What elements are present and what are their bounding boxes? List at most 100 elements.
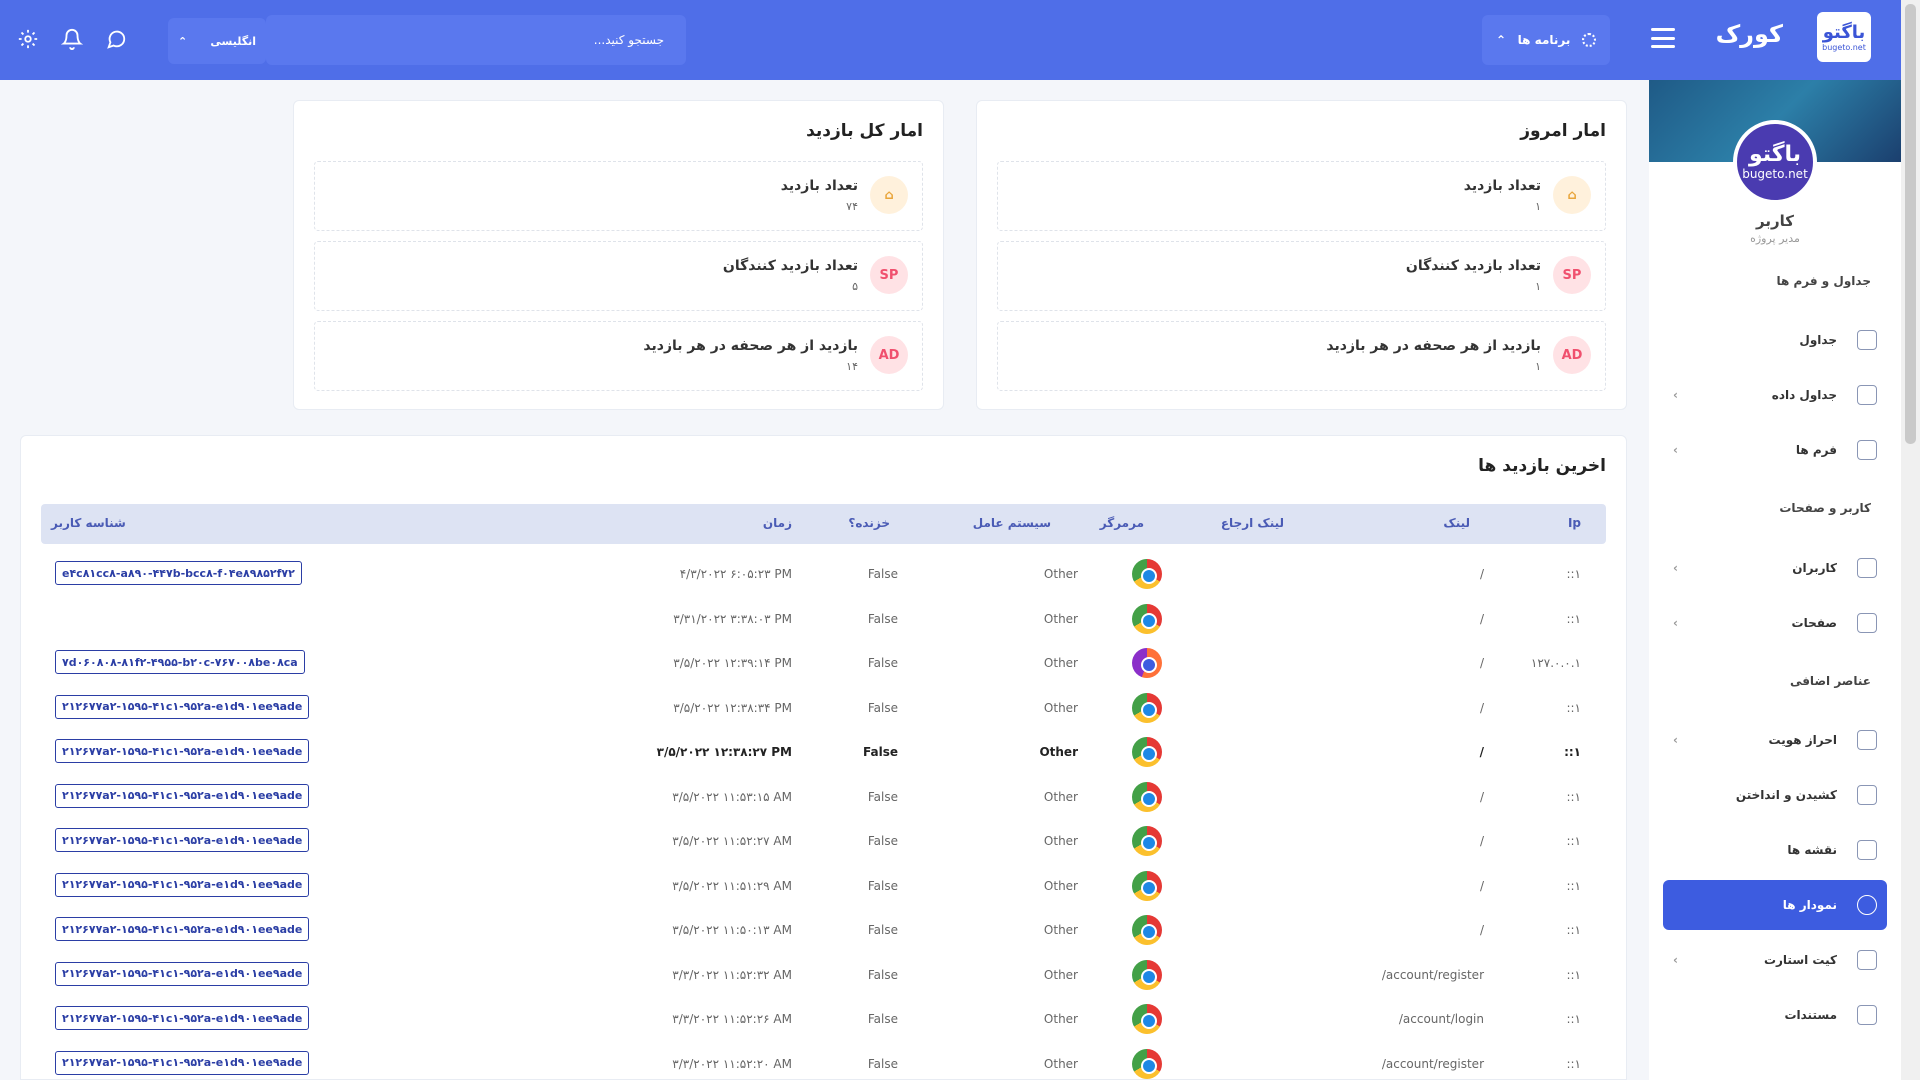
gear-icon[interactable]	[14, 25, 42, 53]
sidebar-item-tables[interactable]: جداول	[1663, 315, 1887, 365]
col-os[interactable]: سیستم عامل	[973, 516, 1051, 530]
firefox-icon	[1132, 648, 1162, 678]
cell-link[interactable]: /	[1480, 656, 1484, 670]
cell-ip: ::۱	[1566, 611, 1581, 626]
col-crawler[interactable]: خزنده؟	[848, 516, 890, 530]
user-id-tag[interactable]: ۲۱۲۶۷۷a۲-۱۵۹۵-۴۱c۱-۹۵۲a-e۱d۹۰۱ee۹ade	[55, 1050, 310, 1075]
menu-toggle-icon[interactable]	[1651, 28, 1675, 48]
brand-name[interactable]: کورک	[1716, 20, 1783, 48]
stat-label: بازدید از هر صحفه در هر بازدید	[643, 338, 858, 354]
table-row[interactable]: ::۱ / Other False ۳/۵/۲۰۲۲ ۱۲:۳۸:۲۷ PM ۲۱۲۶۷۷…	[41, 731, 1606, 775]
bell-icon[interactable]	[58, 25, 86, 53]
cell-crawler: False	[867, 1056, 898, 1071]
stat-label: بازدید از هر صحفه در هر بازدید	[1326, 338, 1541, 354]
col-user-id[interactable]: شناسه کاربر	[51, 516, 126, 530]
avatar[interactable]: باگتو bugeto.net	[1733, 120, 1817, 204]
cell-link[interactable]: /	[1480, 745, 1484, 759]
nav-group-extras: عناصر اضافی	[1789, 674, 1871, 688]
spinner-icon	[1581, 33, 1596, 47]
cell-link[interactable]: /	[1480, 834, 1484, 848]
layers-icon	[1857, 385, 1877, 405]
cell-link[interactable]: /	[1480, 612, 1484, 626]
sidebar-item-charts[interactable]: نمودار ها	[1663, 880, 1887, 930]
user-id-tag[interactable]: ۲۱۲۶۷۷a۲-۱۵۹۵-۴۱c۱-۹۵۲a-e۱d۹۰۱ee۹ade	[55, 828, 310, 852]
table-row[interactable]: ::۱/account/register Other False ۳/۳/۲۰۲۲ ۱…	[41, 954, 1606, 998]
search-input[interactable]: جستجو کنید...	[266, 15, 686, 65]
table-row[interactable]: ::۱ / Other False ۴/۳/۲۰۲۲ ۶:۰۵:۲۳ PM e۴c۸۱cc…	[41, 553, 1606, 597]
user-id-tag[interactable]: ۲۱۲۶۷۷a۲-۱۵۹۵-۴۱c۱-۹۵۲a-e۱d۹۰۱ee۹ade	[55, 872, 310, 897]
cell-ip: ::۱	[1566, 567, 1581, 581]
user-id-tag[interactable]: ۲۱۲۶۷۷a۲-۱۵۹۵-۴۱c۱-۹۵۲a-e۱d۹۰۱ee۹ade	[55, 961, 310, 986]
user-id-tag[interactable]: ۷d۰۶۰۸۰۸-۸۱f۲-۴۹۵۵-b۲۰c-۷۶۷۰۰۸be۰۸ca	[55, 650, 305, 674]
logo[interactable]: باگتو bugeto.net	[1817, 12, 1871, 62]
table-row[interactable]: ::۱ / Other False ۳/۵/۲۰۲۲ ۱۱:۵۱:۲۹ AM ۲۱۲۶۷۷…	[41, 865, 1606, 909]
col-ip[interactable]: Ip	[1568, 516, 1581, 530]
language-dropdown[interactable]: ⌃ انگلیسی	[168, 18, 266, 64]
cell-link[interactable]: /	[1480, 790, 1484, 804]
cell-link[interactable]: /	[1480, 879, 1484, 893]
col-browser[interactable]: مرمرگر	[1100, 516, 1144, 530]
user-id-tag[interactable]: ۲۱۲۶۷۷a۲-۱۵۹۵-۴۱c۱-۹۵۲a-e۱d۹۰۱ee۹ade	[55, 917, 310, 941]
sidebar-item-pages[interactable]: ‹ صفحات	[1663, 598, 1887, 648]
scrollbar-thumb[interactable]	[1905, 4, 1916, 444]
chrome-icon	[1132, 1004, 1162, 1034]
table-icon	[1857, 330, 1877, 350]
table-row[interactable]: ::۱ / Other False ۳/۵/۲۰۲۲ ۱۱:۵۳:۱۵ AM ۲۱۲۶۷۷…	[41, 776, 1606, 820]
sidebar-item-docs[interactable]: مستندات	[1663, 990, 1887, 1040]
page-scrollbar[interactable]	[1901, 0, 1920, 1080]
chat-icon[interactable]	[102, 25, 130, 53]
cell-link[interactable]: /	[1480, 701, 1484, 715]
apps-label: برنامه ها	[1517, 33, 1571, 47]
table-row[interactable]: ::۱ / Other False ۳/۵/۲۰۲۲ ۱۱:۵۲:۲۷ AM ۲۱۲۶۷۷…	[41, 820, 1606, 864]
user-id-tag[interactable]: ۲۱۲۶۷۷a۲-۱۵۹۵-۴۱c۱-۹۵۲a-e۱d۹۰۱ee۹ade	[55, 1006, 310, 1030]
cell-link[interactable]: /account/register	[1382, 1057, 1484, 1071]
cell-os: Other	[1043, 878, 1078, 893]
sidebar-item-label: صفحات	[1791, 616, 1837, 630]
cell-os: Other	[1043, 923, 1078, 937]
stat-row: AD بازدید از هر صحفه در هر بازدید ۱	[997, 321, 1606, 391]
user-id-tag[interactable]: ۲۱۲۶۷۷a۲-۱۵۹۵-۴۱c۱-۹۵۲a-e۱d۹۰۱ee۹ade	[55, 694, 310, 719]
cell-link[interactable]: /account/register	[1382, 968, 1484, 982]
sidebar-item-starter-kit[interactable]: ‹ کیت استارت	[1663, 935, 1887, 985]
sidebar-item-maps[interactable]: نقشه ها	[1663, 825, 1887, 875]
lock-icon	[1857, 730, 1877, 750]
cell-time: ۳/۳۱/۲۰۲۲ ۳:۳۸:۰۳ PM	[673, 611, 792, 626]
sidebar-item-data-tables[interactable]: ‹ جداول داده	[1663, 370, 1887, 420]
cell-link[interactable]: /	[1480, 567, 1484, 581]
table-row[interactable]: ::۱/account/register Other False ۳/۳/۲۰۲۲ ۱…	[41, 1043, 1606, 1080]
table-row[interactable]: ::۱/account/login Other False ۳/۳/۲۰۲۲ ۱۱:۵…	[41, 998, 1606, 1042]
cell-link[interactable]: /account/login	[1399, 1012, 1484, 1026]
table-row[interactable]: ::۱ / Other False ۳/۳۱/۲۰۲۲ ۳:۳۸:۰۳ PM	[41, 598, 1606, 642]
map-icon	[1857, 840, 1877, 860]
cell-link[interactable]: /	[1480, 923, 1484, 937]
cell-time: ۳/۳/۲۰۲۲ ۱۱:۵۲:۳۲ AM	[672, 967, 792, 982]
apps-dropdown-button[interactable]: ⌃ برنامه ها	[1482, 15, 1610, 65]
cell-crawler: False	[867, 789, 898, 804]
col-referrer[interactable]: لینک ارجاع	[1221, 516, 1284, 530]
user-id-tag[interactable]: ۲۱۲۶۷۷a۲-۱۵۹۵-۴۱c۱-۹۵۲a-e۱d۹۰۱ee۹ade	[55, 783, 310, 808]
table-row[interactable]: ۱۲۷.۰.۰.۱ / Other False ۳/۵/۲۰۲۲ ۱۲:۳۹:۱۴ PM…	[41, 642, 1606, 686]
table-row[interactable]: ::۱ / Other False ۳/۵/۲۰۲۲ ۱۲:۳۸:۳۴ PM ۲۱۲۶۷۷…	[41, 687, 1606, 731]
cell-ip: ::۱	[1566, 789, 1581, 804]
language-label: انگلیسی	[210, 34, 256, 48]
chrome-icon	[1132, 959, 1162, 990]
user-id-tag[interactable]: e۴c۸۱cc۸-a۸۹۰-۴۴۷b-bcc۸-f۰۴e۸۹۸۵۲f۷۲	[55, 561, 302, 585]
stat-row: SP تعداد بازدید کنندگان ۵	[314, 241, 923, 311]
nav-group-tables-forms: جداول و فرم ها	[1776, 274, 1872, 288]
sidebar: باگتو bugeto.net کاربر مدیر پروژه جداول …	[1649, 80, 1901, 1080]
col-time[interactable]: زمان	[763, 516, 792, 530]
sidebar-item-forms[interactable]: ‹ فرم ها	[1663, 425, 1887, 475]
users-icon	[1857, 558, 1877, 578]
col-link[interactable]: لینک	[1443, 516, 1470, 530]
cell-time: ۳/۵/۲۰۲۲ ۱۱:۵۳:۱۵ AM	[672, 789, 792, 804]
cell-os: Other	[1043, 789, 1078, 804]
chevron-left-icon: ‹	[1673, 616, 1678, 630]
table-row[interactable]: ::۱ / Other False ۳/۵/۲۰۲۲ ۱۱:۵۰:۱۳ AM ۲۱۲۶۷۷…	[41, 909, 1606, 953]
sidebar-item-label: کیت استارت	[1763, 953, 1837, 967]
user-id-tag[interactable]: ۲۱۲۶۷۷a۲-۱۵۹۵-۴۱c۱-۹۵۲a-e۱d۹۰۱ee۹ade	[55, 739, 310, 763]
sidebar-item-drag-drop[interactable]: کشیدن و انداختن	[1663, 770, 1887, 820]
today-stats-card: امار امروز ⌂ تعداد بازدید ۱ SP تعداد باز…	[976, 100, 1627, 410]
sidebar-item-auth[interactable]: ‹ احراز هویت	[1663, 715, 1887, 765]
sidebar-item-users[interactable]: ‹ کاربران	[1663, 543, 1887, 593]
stat-value: ۱	[1535, 280, 1541, 293]
